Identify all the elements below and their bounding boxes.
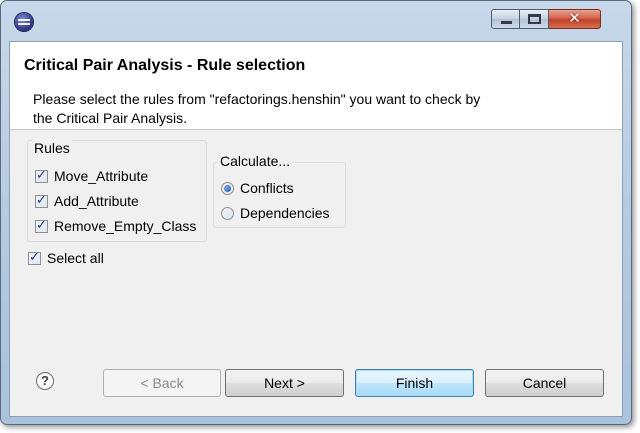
rules-group: Rules Move_Attribute Add_Attribute Remov…	[27, 140, 207, 242]
radio-label: Dependencies	[240, 205, 330, 221]
maximize-button[interactable]	[520, 9, 549, 29]
help-icon[interactable]: ?	[36, 372, 54, 390]
radio-dependencies[interactable]: Dependencies	[221, 205, 330, 221]
rule-label: Add_Attribute	[54, 193, 139, 209]
checkbox-checked-icon	[35, 168, 48, 183]
calculate-group: Calculate... Conflicts Dependencies	[213, 153, 346, 228]
radio-unselected-icon	[221, 206, 234, 220]
select-all-label: Select all	[47, 250, 104, 266]
minimize-button[interactable]	[491, 9, 520, 29]
close-button[interactable]: ✕	[549, 9, 601, 29]
checkbox-checked-icon	[35, 218, 48, 233]
radio-label: Conflicts	[240, 180, 294, 196]
finish-button[interactable]: Finish	[355, 369, 474, 397]
calculate-group-label: Calculate...	[218, 153, 293, 169]
radio-conflicts[interactable]: Conflicts	[221, 180, 294, 196]
rule-label: Move_Attribute	[54, 168, 149, 184]
rules-group-label: Rules	[32, 140, 72, 156]
checkbox-checked-icon	[28, 250, 41, 265]
minimize-icon	[501, 21, 512, 24]
page-description: Please select the rules from "refactorin…	[33, 91, 481, 126]
rule-checkbox-move-attribute[interactable]: Move_Attribute	[35, 168, 148, 184]
select-all-checkbox[interactable]: Select all	[28, 250, 104, 266]
back-button[interactable]: < Back	[103, 369, 221, 397]
dialog-client-area: Critical Pair Analysis - Rule selection …	[9, 41, 623, 417]
rule-label: Remove_Empty_Class	[54, 218, 197, 234]
page-title: Critical Pair Analysis - Rule selection	[24, 57, 306, 74]
wizard-header: Critical Pair Analysis - Rule selection …	[10, 42, 622, 130]
cancel-button[interactable]: Cancel	[485, 369, 604, 397]
eclipse-app-icon	[15, 13, 33, 31]
wizard-window: ✕ Critical Pair Analysis - Rule selectio…	[0, 0, 632, 425]
title-bar: ✕	[1, 1, 631, 41]
radio-selected-icon	[221, 181, 234, 195]
rule-checkbox-remove-empty-class[interactable]: Remove_Empty_Class	[35, 218, 196, 234]
close-icon: ✕	[568, 9, 581, 27]
maximize-icon	[528, 14, 541, 24]
rule-checkbox-add-attribute[interactable]: Add_Attribute	[35, 193, 139, 209]
next-button[interactable]: Next >	[225, 369, 344, 397]
checkbox-checked-icon	[35, 193, 48, 208]
